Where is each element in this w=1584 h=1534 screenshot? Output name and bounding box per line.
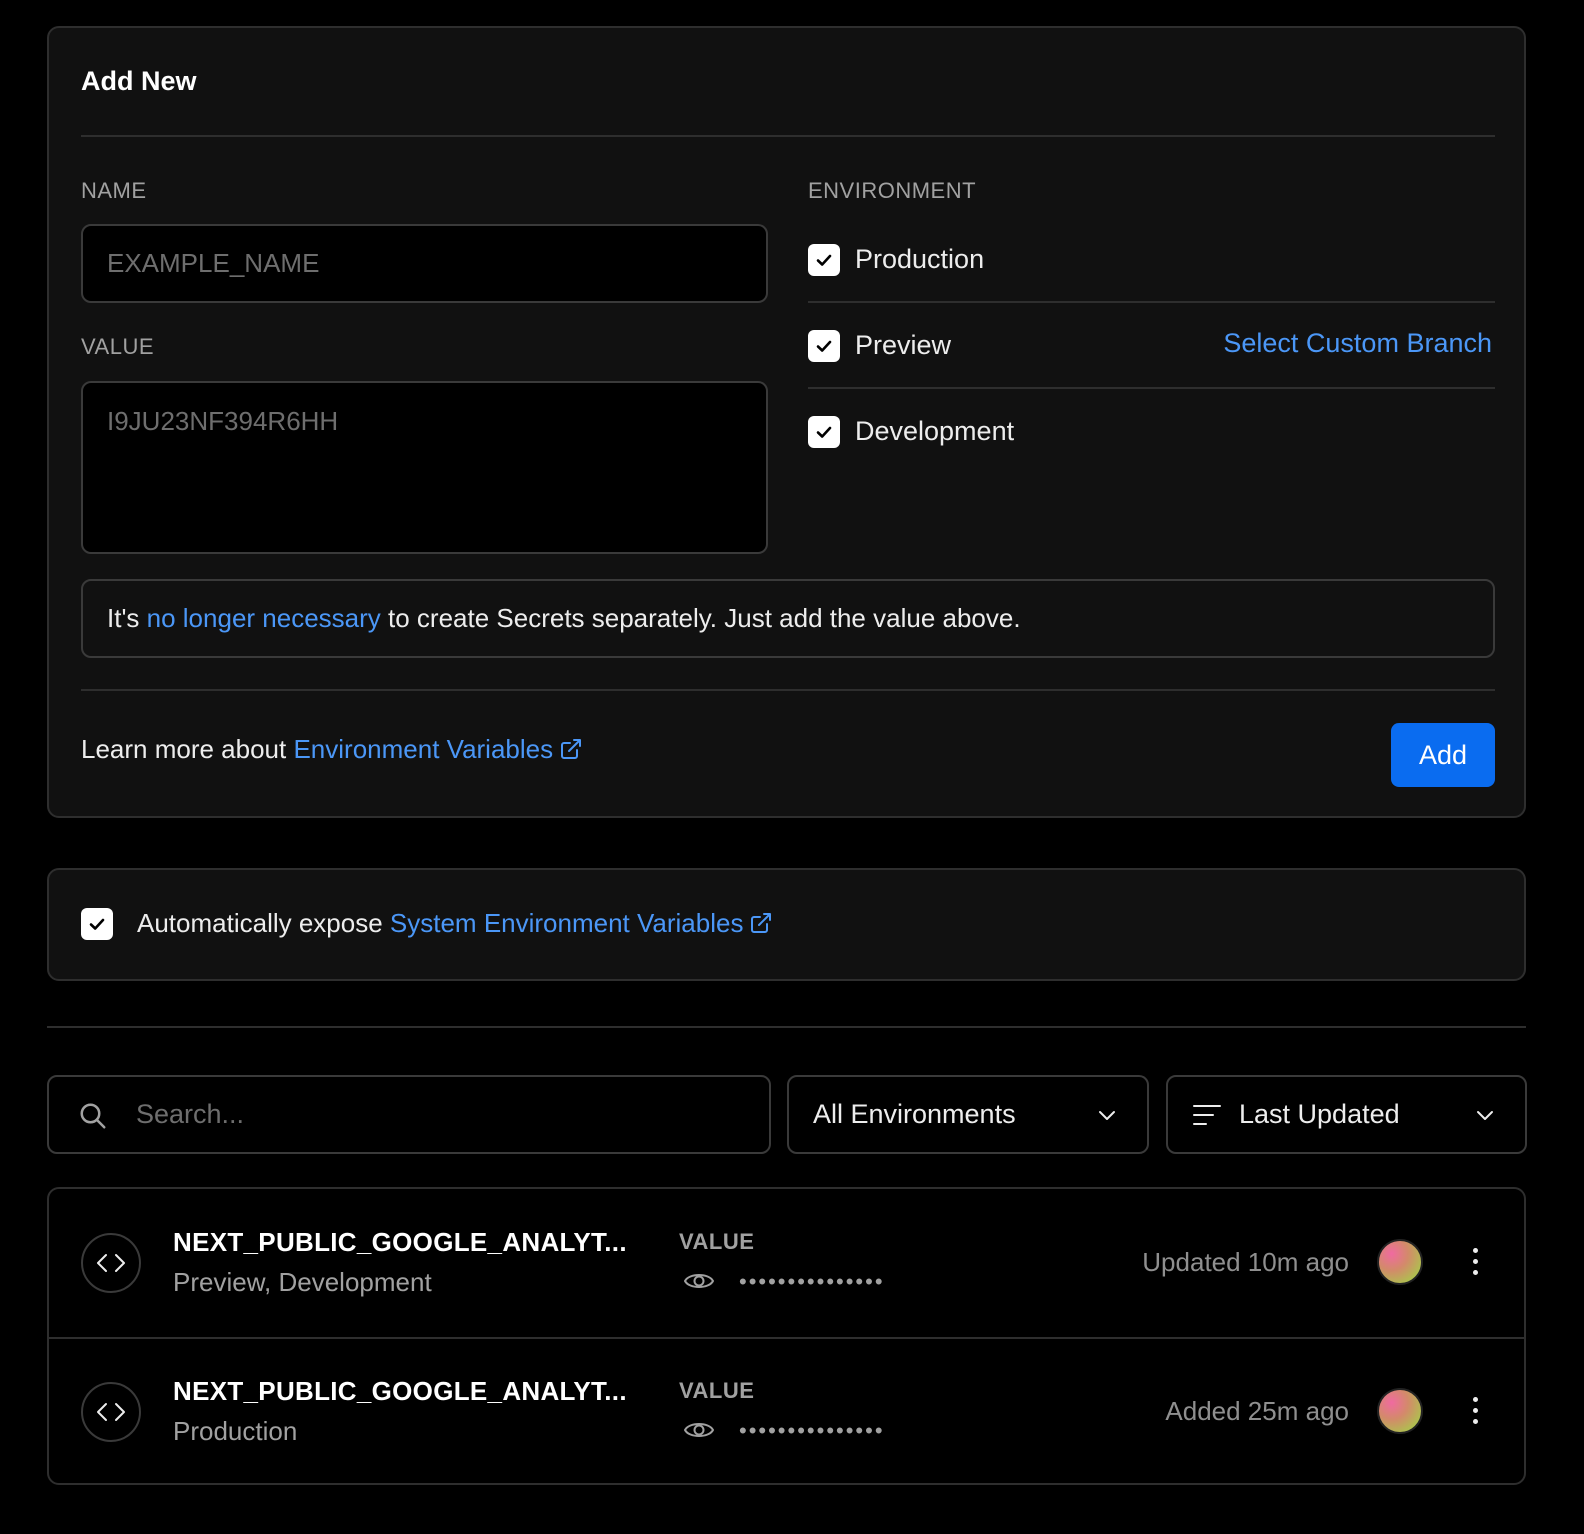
- value-label: VALUE: [679, 1378, 755, 1403]
- auto-expose-prefix: Automatically expose: [137, 908, 390, 938]
- external-link-icon[interactable]: [559, 737, 583, 761]
- checkmark-icon: [816, 340, 832, 352]
- more-options-icon[interactable]: [1465, 1397, 1485, 1424]
- checkmark-icon: [816, 426, 832, 438]
- chevron-down-icon: [1477, 1111, 1493, 1120]
- environment-select-value: All Environments: [813, 1099, 1016, 1129]
- status-text: Added 25m ago: [1165, 1396, 1349, 1426]
- add-new-title: Add New: [81, 66, 197, 96]
- add-new-card: Add New NAME EXAMPLE_NAME VALUE I9JU23NF…: [47, 26, 1526, 818]
- code-icon: [81, 1382, 141, 1442]
- name-label: NAME: [81, 178, 147, 203]
- secrets-notice: It's no longer necessary to create Secre…: [81, 579, 1495, 658]
- search-placeholder: Search...: [136, 1099, 245, 1129]
- status-text: Updated 10m ago: [1142, 1247, 1349, 1277]
- sort-select[interactable]: Last Updated: [1166, 1075, 1527, 1154]
- system-env-vars-link[interactable]: System Environment Variables: [390, 908, 744, 938]
- list-item[interactable]: NEXT_PUBLIC_GOOGLE_ANALYT... Preview, De…: [49, 1189, 1524, 1337]
- divider: [808, 301, 1495, 303]
- divider: [81, 135, 1495, 137]
- select-custom-branch-link[interactable]: Select Custom Branch: [1223, 328, 1492, 359]
- variable-environments: Preview, Development: [173, 1267, 432, 1297]
- environment-label: ENVIRONMENT: [808, 178, 977, 203]
- development-checkbox[interactable]: [808, 416, 840, 448]
- divider: [81, 689, 1495, 691]
- masked-value: •••••••••••••••: [739, 1269, 885, 1294]
- search-icon: [80, 1103, 106, 1129]
- development-label: Development: [855, 416, 1015, 446]
- variable-name: NEXT_PUBLIC_GOOGLE_ANALYT...: [173, 1376, 627, 1406]
- value-textarea[interactable]: I9JU23NF394R6HH: [81, 381, 768, 554]
- search-input[interactable]: Search...: [47, 1075, 771, 1154]
- chevron-down-icon: [1099, 1111, 1115, 1120]
- sort-icon: [1193, 1105, 1221, 1125]
- production-label: Production: [855, 244, 985, 274]
- auto-expose-text: Automatically expose System Environment …: [137, 908, 773, 939]
- list-item[interactable]: NEXT_PUBLIC_GOOGLE_ANALYT... Production …: [49, 1337, 1524, 1483]
- divider: [808, 387, 1495, 389]
- checkmark-icon: [89, 918, 105, 930]
- checkmark-icon: [816, 254, 832, 266]
- name-input[interactable]: EXAMPLE_NAME: [81, 224, 768, 303]
- notice-prefix: It's: [107, 603, 147, 633]
- avatar: [1377, 1239, 1423, 1285]
- add-button[interactable]: Add: [1391, 723, 1495, 787]
- avatar: [1377, 1388, 1423, 1434]
- value-label: VALUE: [81, 334, 155, 359]
- eye-icon[interactable]: [683, 1269, 715, 1293]
- masked-value: •••••••••••••••: [739, 1418, 885, 1443]
- notice-suffix: to create Secrets separately. Just add t…: [380, 603, 1021, 633]
- variable-name: NEXT_PUBLIC_GOOGLE_ANALYT...: [173, 1227, 627, 1257]
- no-longer-necessary-link[interactable]: no longer necessary: [147, 603, 381, 633]
- external-link-icon[interactable]: [749, 911, 773, 935]
- preview-label: Preview: [855, 330, 952, 360]
- variable-list: NEXT_PUBLIC_GOOGLE_ANALYT... Preview, De…: [47, 1187, 1526, 1485]
- environment-variables-link[interactable]: Environment Variables: [293, 734, 553, 764]
- eye-icon[interactable]: [683, 1418, 715, 1442]
- code-icon: [81, 1233, 141, 1293]
- auto-expose-card: Automatically expose System Environment …: [47, 868, 1526, 981]
- production-checkbox[interactable]: [808, 244, 840, 276]
- value-label: VALUE: [679, 1229, 755, 1254]
- more-options-icon[interactable]: [1465, 1248, 1485, 1275]
- learn-more: Learn more about Environment Variables: [81, 734, 583, 765]
- sort-select-value: Last Updated: [1239, 1099, 1400, 1129]
- variable-environments: Production: [173, 1416, 298, 1446]
- environment-select[interactable]: All Environments: [787, 1075, 1149, 1154]
- auto-expose-checkbox[interactable]: [81, 908, 113, 940]
- section-divider: [47, 1026, 1526, 1028]
- learn-more-prefix: Learn more about: [81, 734, 294, 764]
- preview-checkbox[interactable]: [808, 330, 840, 362]
